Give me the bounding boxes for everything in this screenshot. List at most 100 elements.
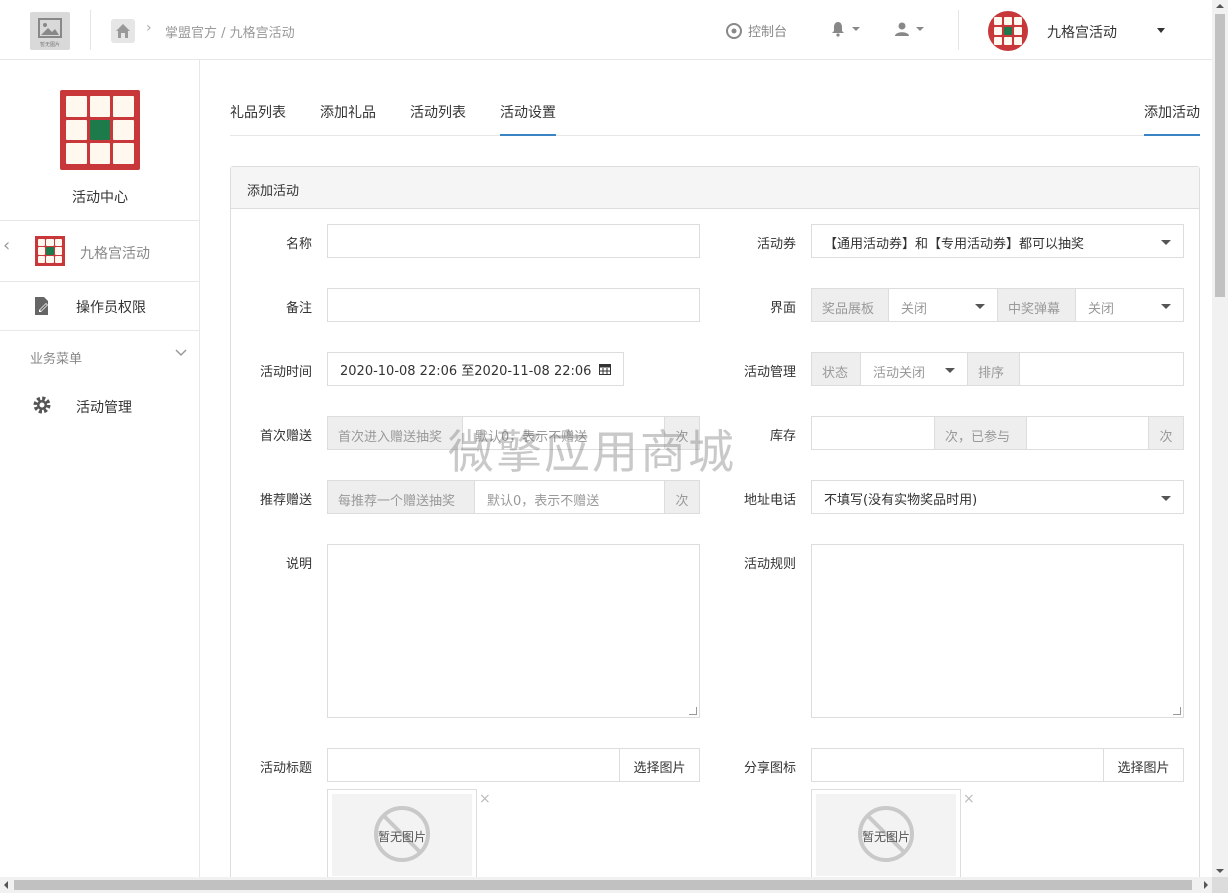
share-icon-input[interactable]: [811, 748, 1104, 782]
win-popup-select[interactable]: 关闭: [1075, 288, 1184, 322]
scrollbar-thumb[interactable]: [1215, 14, 1225, 297]
sidebar-item-label: 操作员权限: [76, 300, 146, 316]
panel-title: 添加活动: [231, 167, 1199, 209]
title-image-label: 活动标题: [259, 761, 312, 776]
chevron-down-icon: [1161, 496, 1171, 501]
address-label: 地址电话: [743, 493, 796, 508]
scroll-left-icon[interactable]: [4, 881, 8, 889]
app-thumbnail: [35, 236, 65, 266]
tab-gift-list[interactable]: 礼品列表: [230, 102, 286, 134]
tab-add-activity[interactable]: 添加活动: [1144, 102, 1200, 136]
sidebar-item-permissions[interactable]: 操作员权限: [0, 281, 200, 330]
resize-handle[interactable]: [1173, 707, 1181, 715]
sidebar-item-label: 活动管理: [76, 400, 132, 416]
logo-caption: 暂无图片: [39, 42, 60, 48]
add-activity-panel: 添加活动 名称 备注 活动时间 2020-10-08 22:06 至2020-1…: [230, 166, 1200, 886]
avatar[interactable]: [988, 11, 1028, 51]
rules-label: 活动规则: [743, 557, 796, 572]
sidebar-title: 活动中心: [72, 190, 128, 206]
address-value: 不填写(没有实物奖品时用): [824, 493, 978, 508]
scroll-down-icon[interactable]: [1216, 869, 1224, 873]
chevron-down-icon: [1161, 304, 1171, 309]
calendar-icon: [599, 364, 611, 375]
chevron-down-icon: [1161, 240, 1171, 245]
first-gift-input[interactable]: 默认0，表示不赠送: [462, 416, 665, 450]
remove-icon[interactable]: ×: [479, 791, 491, 807]
home-button[interactable]: [111, 19, 135, 43]
stock-input[interactable]: [811, 416, 935, 450]
description-label: 说明: [285, 557, 312, 572]
chevron-down-icon: [916, 27, 924, 31]
scroll-up-icon[interactable]: [1216, 4, 1224, 8]
first-gift-unit: 次: [664, 416, 700, 450]
scroll-right-icon[interactable]: [1204, 881, 1208, 889]
sort-input[interactable]: [1019, 352, 1184, 386]
console-link[interactable]: 控制台: [726, 21, 787, 40]
scrollbar-thumb[interactable]: [14, 880, 1192, 890]
chevron-down-icon: [975, 304, 985, 309]
vertical-scrollbar[interactable]: [1212, 0, 1228, 877]
tab-activity-settings[interactable]: 活动设置: [500, 102, 556, 136]
stock-label: 库存: [769, 429, 796, 444]
remark-input[interactable]: [327, 288, 700, 322]
first-gift-label: 首次赠送: [259, 429, 312, 444]
remove-icon[interactable]: ×: [963, 791, 975, 807]
name-label: 名称: [285, 237, 312, 252]
chevron-down-icon: [945, 368, 955, 373]
sidebar-section-business: 业务菜单 活动管理: [0, 330, 200, 430]
scrollbar-corner: [1212, 877, 1228, 893]
status-value: 活动关闭: [873, 366, 926, 381]
resize-handle[interactable]: [689, 707, 697, 715]
title-image-input[interactable]: [327, 748, 620, 782]
console-label: 控制台: [748, 25, 788, 40]
choose-share-icon-button[interactable]: 选择图片: [1103, 748, 1184, 782]
site-logo[interactable]: 暂无图片: [30, 12, 70, 50]
no-image-text: 暂无图片: [861, 830, 910, 844]
joined-input[interactable]: [1026, 416, 1149, 450]
description-textarea[interactable]: [327, 544, 700, 718]
time-range-picker[interactable]: 2020-10-08 22:06 至2020-11-08 22:06: [327, 352, 624, 386]
status-addon: 状态: [811, 352, 861, 386]
user-name[interactable]: 九格宫活动: [1047, 22, 1117, 42]
joined-unit: 次: [1148, 416, 1184, 450]
user-icon: [895, 22, 909, 36]
recommend-addon: 每推荐一个赠送抽奖: [327, 480, 475, 514]
recommend-label: 推荐赠送: [259, 493, 312, 508]
image-placeholder-icon: [38, 18, 62, 38]
tab-add-gift[interactable]: 添加礼品: [320, 102, 376, 134]
sidebar-item-current-app[interactable]: ‹ 九格宫活动: [0, 220, 200, 281]
coupon-value: 【通用活动券】和【专用活动券】都可以抽奖: [824, 237, 1085, 252]
rules-textarea[interactable]: [811, 544, 1184, 718]
sidebar: 活动中心 ‹ 九格宫活动 操作员权限 业务菜单 活动管理: [0, 60, 200, 877]
name-input[interactable]: [327, 224, 700, 258]
horizontal-scrollbar[interactable]: [0, 877, 1212, 893]
manage-label: 活动管理: [743, 365, 796, 380]
first-gift-addon: 首次进入赠送抽奖: [327, 416, 463, 450]
breadcrumb[interactable]: 掌盟官方 / 九格宫活动: [165, 22, 295, 41]
chevron-down-icon[interactable]: [1157, 28, 1165, 33]
top-bar: 暂无图片 › 掌盟官方 / 九格宫活动 控制台 九格宫活动: [0, 0, 1212, 60]
ui-label: 界面: [769, 301, 796, 316]
sidebar-item-activity-manage[interactable]: 活动管理: [0, 387, 200, 427]
account-menu[interactable]: [894, 21, 924, 37]
tab-activity-list[interactable]: 活动列表: [410, 102, 466, 134]
sidebar-item-label: 九格宫活动: [80, 246, 150, 262]
dashboard-icon: [726, 22, 742, 39]
time-label: 活动时间: [259, 365, 312, 380]
divider: [958, 10, 959, 50]
recommend-input[interactable]: 默认0，表示不赠送: [474, 480, 665, 514]
share-icon-preview: 暂无图片: [811, 789, 961, 879]
coupon-label: 活动券: [756, 237, 796, 252]
sidebar-section-title: 业务菜单: [30, 352, 83, 367]
notifications-menu[interactable]: [830, 21, 860, 37]
prize-board-select[interactable]: 关闭: [888, 288, 998, 322]
coupon-select[interactable]: 【通用活动券】和【专用活动券】都可以抽奖: [811, 224, 1184, 258]
status-select[interactable]: 活动关闭: [860, 352, 968, 386]
address-select[interactable]: 不填写(没有实物奖品时用): [811, 480, 1184, 514]
chevron-left-icon[interactable]: ‹: [3, 235, 10, 256]
win-popup-addon: 中奖弹幕: [997, 288, 1076, 322]
activity-logo: [60, 90, 140, 170]
gear-icon: [33, 396, 51, 414]
choose-title-image-button[interactable]: 选择图片: [619, 748, 700, 782]
chevron-down-icon[interactable]: [175, 349, 187, 357]
